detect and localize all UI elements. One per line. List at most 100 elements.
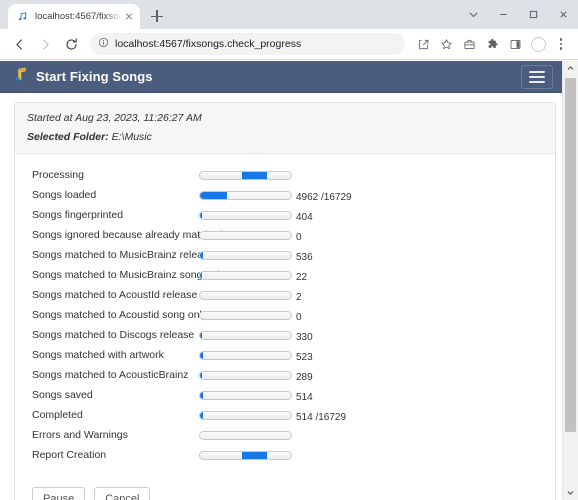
progress-bar-fill	[200, 371, 202, 379]
progress-row-value: 0	[296, 311, 302, 323]
forward-icon[interactable]	[32, 31, 58, 57]
progress-row-label: Songs ignored because already matched	[32, 229, 223, 241]
new-tab-button[interactable]	[146, 5, 168, 27]
minimize-icon[interactable]	[488, 0, 518, 29]
progress-bar-fill	[200, 351, 203, 359]
progress-bar-fill	[200, 271, 202, 279]
progress-bar	[199, 410, 292, 420]
progress-row: Songs matched to MusicBrainz song only 22	[23, 265, 543, 285]
kebab-menu-icon[interactable]	[550, 33, 572, 55]
progress-list: Processing Songs loaded 4962 /16729 Songs f…	[15, 154, 555, 500]
page-scrollbar[interactable]	[562, 61, 578, 500]
music-note-icon	[16, 10, 29, 23]
progress-row: Processing	[23, 165, 543, 185]
scrollbar-track[interactable]	[563, 76, 578, 485]
profile-avatar-icon[interactable]	[527, 33, 549, 55]
scroll-up-arrow-icon[interactable]	[563, 61, 578, 76]
progress-bar	[199, 310, 292, 320]
progress-row-value: 536	[296, 251, 313, 263]
progress-bar	[199, 210, 292, 220]
progress-bar	[199, 330, 292, 340]
progress-row: Songs matched to Discogs release 330	[23, 325, 543, 345]
progress-row-value: 2	[296, 291, 302, 303]
info-icon	[98, 35, 109, 53]
maximize-icon[interactable]	[518, 0, 548, 29]
progress-row-label: Songs matched with artwork	[32, 349, 164, 361]
progress-row: Songs saved 514	[23, 385, 543, 405]
progress-row-label: Errors and Warnings	[32, 429, 128, 441]
progress-row-label: Report Creation	[32, 449, 107, 461]
progress-row: Songs ignored because already matched 0	[23, 225, 543, 245]
progress-bar	[199, 390, 292, 400]
pause-button[interactable]: Pause	[32, 487, 86, 500]
progress-row-value: 514	[296, 391, 313, 403]
hamburger-menu-icon[interactable]	[521, 64, 553, 89]
progress-row-value: 289	[296, 371, 313, 383]
progress-row: Songs matched to AcousticBrainz 289	[23, 365, 543, 385]
back-icon[interactable]	[6, 31, 32, 57]
progress-row: Songs loaded 4962 /16729	[23, 185, 543, 205]
progress-bar-fill	[200, 391, 203, 399]
progress-row-label: Songs saved	[32, 389, 93, 401]
progress-row-value: 330	[296, 331, 313, 343]
progress-bar-fill	[200, 331, 202, 339]
scroll-down-arrow-icon[interactable]	[563, 485, 578, 500]
progress-bar-fill	[200, 251, 203, 259]
progress-row: Songs matched with artwork 523	[23, 345, 543, 365]
progress-row-value: 22	[296, 271, 308, 283]
reload-icon[interactable]	[58, 31, 84, 57]
progress-bar	[199, 350, 292, 360]
progress-row-label: Completed	[32, 409, 83, 421]
share-icon[interactable]	[412, 33, 434, 55]
extensions-puzzle-icon[interactable]	[481, 33, 503, 55]
progress-bar-fill	[200, 191, 228, 199]
page-title: Start Fixing Songs	[36, 69, 153, 84]
progress-bar	[199, 250, 292, 260]
started-at-value: Aug 23, 2023, 11:26:27 AM	[75, 112, 202, 124]
sidepanel-icon[interactable]	[504, 33, 526, 55]
progress-row-label: Songs matched to MusicBrainz release	[32, 249, 215, 261]
progress-row: Songs matched to MusicBrainz release 536	[23, 245, 543, 265]
progress-row: Songs matched to Acoustid song only 0	[23, 305, 543, 325]
page-viewport: Start Fixing Songs Started at Aug 23, 20…	[0, 61, 578, 500]
briefcase-icon[interactable]	[458, 33, 480, 55]
progress-bar	[199, 370, 292, 380]
progress-row: Completed 514 /16729	[23, 405, 543, 425]
browser-tab-title: localhost:4567/fixsongs.check_pr	[35, 11, 122, 22]
chevron-down-icon[interactable]	[458, 0, 488, 29]
started-at-label: Started at	[27, 112, 73, 124]
progress-bar-chunk	[241, 451, 268, 459]
progress-bar	[199, 230, 292, 240]
progress-row-label: Songs matched to MusicBrainz song only	[32, 269, 225, 281]
cancel-button[interactable]: Cancel	[94, 487, 151, 500]
window-controls	[458, 0, 578, 29]
close-icon[interactable]	[548, 0, 578, 29]
scrollbar-thumb[interactable]	[565, 78, 576, 432]
progress-row: Songs fingerprinted 404	[23, 205, 543, 225]
address-bar[interactable]: localhost:4567/fixsongs.check_progress	[90, 33, 405, 55]
progress-bar	[199, 450, 292, 460]
browser-window: localhost:4567/fixsongs.check_pr	[0, 0, 578, 500]
browser-tab[interactable]: localhost:4567/fixsongs.check_pr	[8, 4, 140, 29]
progress-row-label: Songs loaded	[32, 189, 97, 201]
progress-row-label: Processing	[32, 169, 84, 181]
progress-bar	[199, 190, 292, 200]
progress-bar	[199, 170, 292, 180]
close-icon[interactable]	[122, 10, 136, 24]
selected-folder-label: Selected Folder:	[27, 131, 109, 143]
progress-bar	[199, 290, 292, 300]
progress-row-label: Songs matched to Discogs release	[32, 329, 195, 341]
progress-row-label: Songs fingerprinted	[32, 209, 124, 221]
address-bar-url: localhost:4567/fixsongs.check_progress	[115, 38, 302, 50]
bookmark-star-icon[interactable]	[435, 33, 457, 55]
progress-row-value: 514 /16729	[296, 411, 347, 423]
progress-bar-fill	[200, 411, 203, 419]
app-header: Start Fixing Songs	[0, 61, 563, 93]
progress-row-value: 4962 /16729	[296, 191, 352, 203]
web-page: Start Fixing Songs Started at Aug 23, 20…	[0, 61, 563, 500]
progress-row-value: 523	[296, 351, 313, 363]
progress-bar	[199, 430, 292, 440]
progress-row-label: Songs matched to AcousticBrainz	[32, 369, 189, 381]
music-note-icon	[12, 66, 29, 88]
action-buttons: Pause Cancel	[23, 465, 543, 500]
